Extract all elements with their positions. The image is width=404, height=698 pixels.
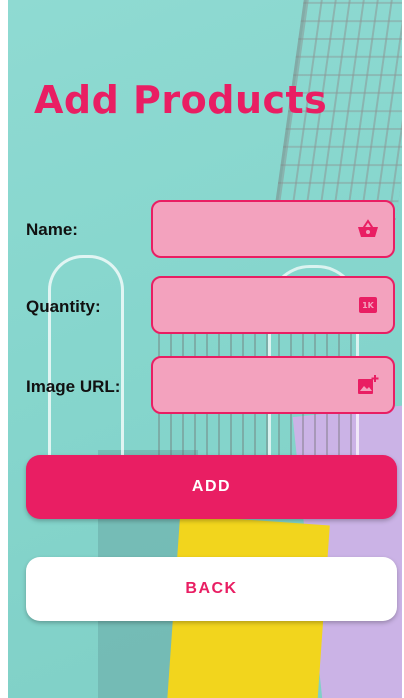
quantity-input[interactable] — [165, 278, 349, 334]
quantity-label: Quantity: — [26, 297, 101, 316]
1k-badge-text: 1K — [359, 297, 377, 313]
name-input[interactable] — [165, 202, 349, 258]
screen: Add Products Name: Quantity: 1K Image UR… — [8, 0, 402, 698]
1k-badge-icon: 1K — [357, 294, 379, 316]
page-title: Add Products — [34, 78, 328, 122]
background-bag-handle — [48, 255, 124, 478]
image-url-input[interactable] — [165, 358, 349, 414]
quantity-field[interactable]: 1K — [151, 276, 395, 334]
back-button[interactable]: BACK — [26, 557, 397, 621]
image-url-field[interactable] — [151, 356, 395, 414]
shopping-basket-icon — [357, 218, 379, 240]
name-field[interactable] — [151, 200, 395, 258]
name-label: Name: — [26, 220, 78, 239]
image-url-label: Image URL: — [26, 377, 121, 396]
add-button[interactable]: ADD — [26, 455, 397, 519]
add-photo-icon — [357, 374, 379, 396]
